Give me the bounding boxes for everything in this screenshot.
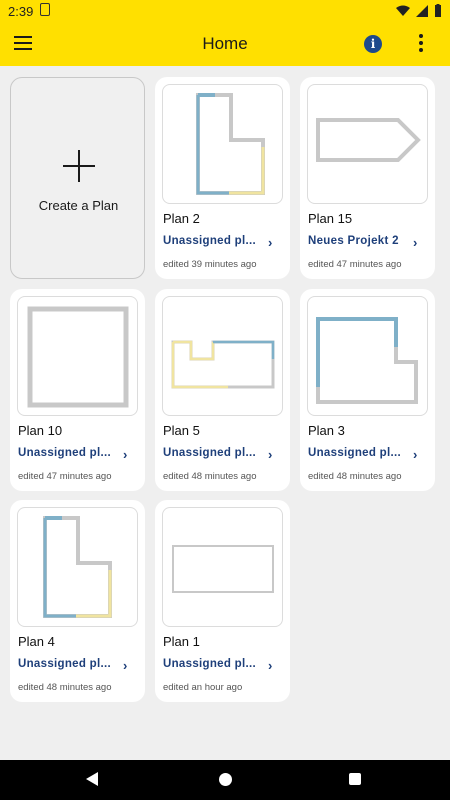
status-icons	[396, 4, 442, 17]
plan-thumbnail	[162, 507, 283, 627]
plan-thumbnail	[307, 296, 428, 416]
more-options-icon[interactable]	[418, 34, 424, 54]
plan-card[interactable]: Plan 3 Unassigned pl... › edited 48 minu…	[300, 289, 435, 491]
plan-project[interactable]: Neues Projekt 2	[308, 235, 416, 247]
plan-card[interactable]: Plan 15 Neues Projekt 2 › edited 47 minu…	[300, 77, 435, 279]
plan-thumbnail	[162, 296, 283, 416]
chevron-right-icon[interactable]: ›	[268, 658, 272, 673]
plan-name: Plan 1	[163, 634, 200, 649]
plan-card[interactable]: Plan 10 Unassigned pl... › edited 47 min…	[10, 289, 145, 491]
plan-name: Plan 10	[18, 423, 63, 438]
plan-project[interactable]: Unassigned pl...	[18, 658, 126, 670]
plan-thumbnail	[307, 84, 428, 204]
plan-name: Plan 2	[163, 211, 200, 226]
plan-edited-time: edited 48 minutes ago	[308, 471, 402, 482]
back-icon[interactable]	[86, 772, 98, 786]
chevron-right-icon[interactable]: ›	[123, 447, 127, 462]
status-bar: 2:39	[0, 0, 450, 22]
plan-edited-time: edited 48 minutes ago	[18, 682, 112, 693]
plan-card[interactable]: Plan 1 Unassigned pl... › edited an hour…	[155, 500, 290, 702]
plan-edited-time: edited 47 minutes ago	[308, 259, 402, 270]
plan-edited-time: edited 48 minutes ago	[163, 471, 257, 482]
sim-card-icon	[40, 3, 50, 16]
battery-icon	[435, 4, 441, 17]
plan-thumbnail	[17, 507, 138, 627]
plan-project[interactable]: Unassigned pl...	[163, 447, 271, 459]
info-icon[interactable]: i	[364, 35, 382, 53]
page-title: Home	[202, 34, 248, 53]
chevron-right-icon[interactable]: ›	[268, 235, 272, 250]
plan-project[interactable]: Unassigned pl...	[163, 235, 271, 247]
plan-name: Plan 15	[308, 211, 353, 226]
plan-project[interactable]: Unassigned pl...	[163, 658, 271, 670]
signal-icon	[416, 4, 428, 17]
plan-edited-time: edited 47 minutes ago	[18, 471, 112, 482]
app-bar: Home i	[0, 22, 450, 66]
plan-thumbnail	[17, 296, 138, 416]
plan-name: Plan 3	[308, 423, 345, 438]
plan-edited-time: edited 39 minutes ago	[163, 259, 257, 270]
create-plan-label: Create a Plan	[38, 198, 119, 213]
wifi-icon	[396, 5, 410, 16]
home-icon[interactable]	[219, 773, 232, 786]
plan-name: Plan 5	[163, 423, 200, 438]
plan-project[interactable]: Unassigned pl...	[308, 447, 416, 459]
plan-thumbnail	[162, 84, 283, 204]
status-time: 2:39	[8, 4, 34, 19]
plan-edited-time: edited an hour ago	[163, 682, 243, 693]
chevron-right-icon[interactable]: ›	[268, 447, 272, 462]
recents-icon[interactable]	[349, 773, 361, 785]
create-plan-button[interactable]: Create a Plan	[10, 77, 145, 279]
system-nav-bar	[0, 760, 450, 800]
chevron-right-icon[interactable]: ›	[413, 235, 417, 250]
chevron-right-icon[interactable]: ›	[123, 658, 127, 673]
plan-card[interactable]: Plan 2 Unassigned pl... › edited 39 minu…	[155, 77, 290, 279]
plan-card[interactable]: Plan 5 Unassigned pl... › edited 48 minu…	[155, 289, 290, 491]
plan-project[interactable]: Unassigned pl...	[18, 447, 126, 459]
plan-card[interactable]: Plan 4 Unassigned pl... › edited 48 minu…	[10, 500, 145, 702]
chevron-right-icon[interactable]: ›	[413, 447, 417, 462]
plus-icon	[63, 150, 95, 182]
plan-name: Plan 4	[18, 634, 55, 649]
